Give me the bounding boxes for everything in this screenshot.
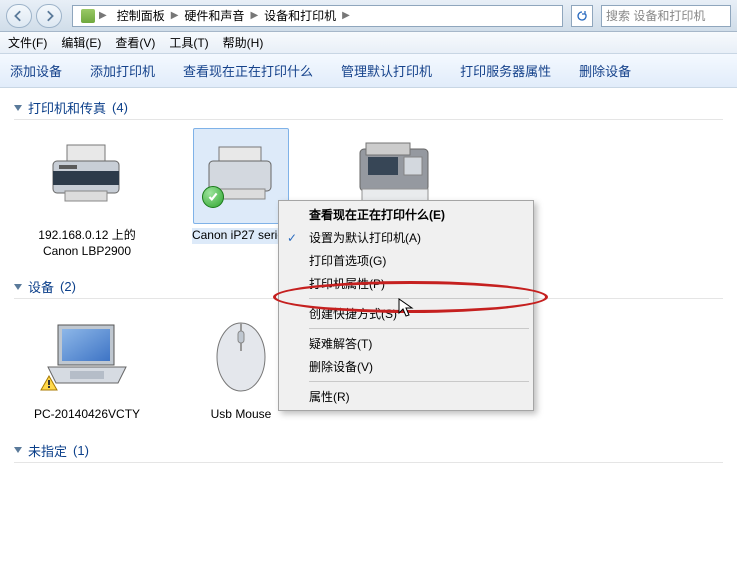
breadcrumb[interactable]: ▶ 控制面板 ▶ 硬件和声音 ▶ 设备和打印机 ▶ bbox=[72, 5, 563, 27]
menu-view[interactable]: 查看(V) bbox=[115, 34, 155, 51]
menu-bar: 文件(F) 编辑(E) 查看(V) 工具(T) 帮助(H) bbox=[0, 32, 737, 54]
toolbar-remove-device[interactable]: 删除设备 bbox=[579, 61, 631, 80]
separator bbox=[309, 298, 529, 299]
refresh-icon bbox=[576, 10, 588, 22]
ctx-properties[interactable]: 属性(R) bbox=[281, 385, 531, 408]
device-item-pc[interactable]: PC-20140426VCTY bbox=[22, 307, 152, 423]
menu-edit[interactable]: 编辑(E) bbox=[61, 34, 101, 51]
separator bbox=[309, 381, 529, 382]
title-bar: ▶ 控制面板 ▶ 硬件和声音 ▶ 设备和打印机 ▶ 搜索 设备和打印机 bbox=[0, 0, 737, 32]
group-count: (2) bbox=[60, 279, 76, 294]
group-unspecified: 未指定 (1) bbox=[14, 441, 723, 463]
crumb-hardware-sound[interactable]: 硬件和声音 bbox=[180, 6, 248, 26]
ctx-printer-properties[interactable]: 打印机属性(P) bbox=[281, 272, 531, 295]
toolbar-manage-default[interactable]: 管理默认打印机 bbox=[341, 61, 432, 80]
search-placeholder: 搜索 设备和打印机 bbox=[606, 7, 705, 24]
ctx-troubleshoot[interactable]: 疑难解答(T) bbox=[281, 332, 531, 355]
item-label: PC-20140426VCTY bbox=[34, 407, 140, 423]
collapse-icon bbox=[14, 447, 22, 453]
menu-file[interactable]: 文件(F) bbox=[8, 34, 47, 51]
nav-back-button[interactable] bbox=[6, 4, 32, 28]
group-count: (4) bbox=[112, 100, 128, 115]
arrow-right-icon bbox=[43, 10, 55, 22]
item-label: Canon iP27 series bbox=[192, 228, 290, 244]
arrow-left-icon bbox=[13, 10, 25, 22]
crumb-devices-printers[interactable]: 设备和打印机 bbox=[260, 6, 340, 26]
group-title: 未指定 bbox=[28, 441, 67, 460]
group-title: 设备 bbox=[28, 277, 54, 296]
menu-tools[interactable]: 工具(T) bbox=[169, 34, 208, 51]
menu-help[interactable]: 帮助(H) bbox=[223, 34, 264, 51]
group-count: (1) bbox=[73, 443, 89, 458]
separator bbox=[309, 328, 529, 329]
ctx-preferences[interactable]: 打印首选项(G) bbox=[281, 249, 531, 272]
check-icon: ✓ bbox=[287, 231, 297, 245]
ctx-view-queue[interactable]: 查看现在正在打印什么(E) bbox=[281, 203, 531, 226]
toolbar-add-printer[interactable]: 添加打印机 bbox=[90, 61, 155, 80]
ctx-remove-device[interactable]: 删除设备(V) bbox=[281, 355, 531, 378]
warning-icon bbox=[40, 375, 58, 391]
refresh-button[interactable] bbox=[571, 5, 593, 27]
toolbar-view-queue[interactable]: 查看现在正在打印什么 bbox=[183, 61, 313, 80]
collapse-icon bbox=[14, 105, 22, 111]
printer-item-network[interactable]: 192.168.0.12 上的 Canon LBP2900 bbox=[22, 128, 152, 259]
group-title: 打印机和传真 bbox=[28, 98, 106, 117]
default-check-icon bbox=[202, 186, 224, 208]
group-header-printers[interactable]: 打印机和传真 (4) bbox=[14, 98, 723, 120]
ctx-set-default[interactable]: ✓ 设置为默认打印机(A) bbox=[281, 226, 531, 249]
mouse-icon bbox=[209, 315, 273, 395]
toolbar-server-properties[interactable]: 打印服务器属性 bbox=[460, 61, 551, 80]
nav-forward-button[interactable] bbox=[36, 4, 62, 28]
toolbar-add-device[interactable]: 添加设备 bbox=[10, 61, 62, 80]
group-header-unspecified[interactable]: 未指定 (1) bbox=[14, 441, 723, 463]
toolbar: 添加设备 添加打印机 查看现在正在打印什么 管理默认打印机 打印服务器属性 删除… bbox=[0, 54, 737, 88]
printer-icon bbox=[47, 141, 127, 211]
context-menu: 查看现在正在打印什么(E) ✓ 设置为默认打印机(A) 打印首选项(G) 打印机… bbox=[278, 200, 534, 411]
control-panel-icon bbox=[81, 9, 95, 23]
crumb-control-panel[interactable]: 控制面板 bbox=[113, 6, 169, 26]
collapse-icon bbox=[14, 284, 22, 290]
ctx-create-shortcut[interactable]: 创建快捷方式(S) bbox=[281, 302, 531, 325]
item-label: 192.168.0.12 上的 Canon LBP2900 bbox=[27, 228, 147, 259]
search-input[interactable]: 搜索 设备和打印机 bbox=[601, 5, 731, 27]
item-label: Usb Mouse bbox=[211, 407, 272, 423]
